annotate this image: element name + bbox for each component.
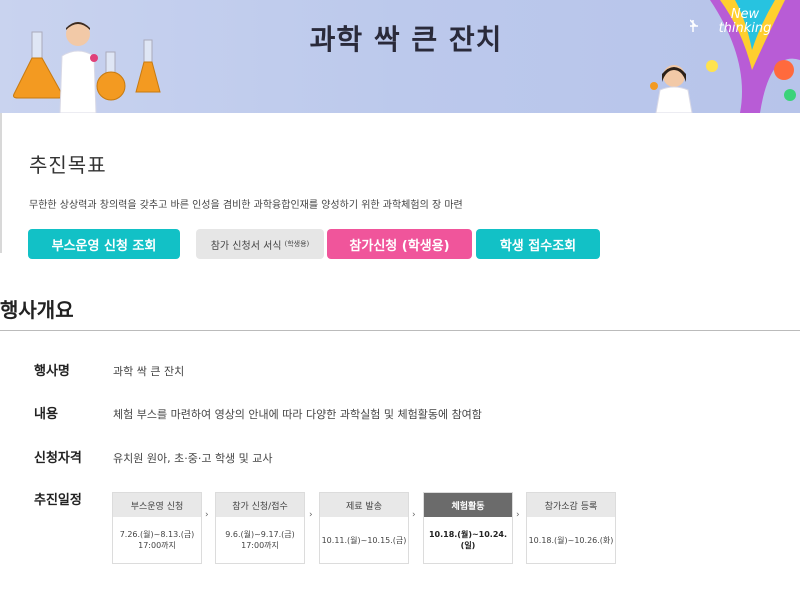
schedule-step-date: 10.11.(월)~10.15.(금) [321, 535, 407, 545]
schedule-step-title: 부스운영 신청 [113, 493, 201, 517]
schedule-step-dates: 7.26.(월)~8.13.(금) 17:00까지 [113, 517, 201, 563]
section-left-border [0, 113, 2, 253]
goal-heading: 추진목표 [29, 153, 107, 177]
schedule-step: 참가소감 등록 10.18.(월)~10.26.(화) [526, 492, 616, 564]
schedule-label: 추진일정 [34, 493, 82, 508]
banner-title: 과학 싹 큰 잔치 [309, 23, 503, 56]
chevron-right-icon: › [309, 510, 313, 520]
schedule-step-dates: 10.11.(월)~10.15.(금) [320, 517, 408, 563]
booth-application-inquiry-button[interactable]: 부스운영 신청 조회 [28, 229, 180, 259]
goal-text: 무한한 상상력과 창의력을 갖추고 바른 인성을 겸비한 과학융합인재를 양성하… [29, 200, 463, 211]
overview-divider [0, 330, 800, 331]
schedule-step-date: 7.26.(월)~8.13.(금) [119, 530, 195, 539]
schedule-step-title: 참가소감 등록 [527, 493, 615, 517]
schedule-step-time: 17:00까지 [241, 541, 279, 550]
schedule-step-title: 참가 신청/접수 [216, 493, 304, 517]
schedule-step-current: 체험활동 10.18.(월)~10.24.(일) [423, 492, 513, 564]
chevron-right-icon: › [205, 510, 209, 520]
schedule-step-date: 10.18.(월)~10.24.(일) [428, 530, 508, 550]
student-registration-check-button[interactable]: 학생 접수조회 [476, 229, 600, 259]
student-apply-button[interactable]: 참가신청 (학생용) [327, 229, 472, 259]
event-name-value: 과학 싹 큰 잔치 [113, 365, 185, 378]
form-button-label: 참가 신청서 서식 [210, 240, 282, 252]
eligibility-label: 신청자격 [34, 451, 82, 466]
scientist-child-right-illustration [650, 65, 693, 113]
content-label: 내용 [34, 407, 58, 422]
eligibility-value: 유치원 원아, 초·중·고 학생 및 교사 [113, 452, 273, 465]
schedule-step-title: 체험활동 [424, 493, 512, 517]
content-value: 체험 부스를 마련하여 영상의 안내에 따라 다양한 과학실험 및 체험활동에 … [113, 408, 482, 421]
schedule-step-dates: 9.6.(월)~9.17.(금) 17:00까지 [216, 517, 304, 563]
schedule-step-date: 9.6.(월)~9.17.(금) [225, 530, 295, 539]
badge-line-1: New [730, 7, 760, 22]
badge-line-2: thinking [718, 21, 772, 36]
schedule-step: 제료 발송 10.11.(월)~10.15.(금) [319, 492, 409, 564]
schedule-step-time: 17:00까지 [138, 541, 176, 550]
schedule-step-dates: 10.18.(월)~10.26.(화) [527, 517, 615, 563]
overview-heading: 행사개요 [0, 298, 74, 322]
schedule-step-date: 10.18.(월)~10.26.(화) [528, 535, 614, 545]
schedule-step: 부스운영 신청 7.26.(월)~8.13.(금) 17:00까지 [112, 492, 202, 564]
schedule-step-title: 제료 발송 [320, 493, 408, 517]
schedule-step-dates: 10.18.(월)~10.24.(일) [424, 517, 512, 563]
hero-banner: 과학 싹 큰 잔치 New thinking [0, 0, 800, 113]
chevron-right-icon: › [516, 510, 520, 520]
new-thinking-badge: New thinking [710, 8, 780, 36]
chevron-right-icon: › [412, 510, 416, 520]
schedule-step: 참가 신청/접수 9.6.(월)~9.17.(금) 17:00까지 [215, 492, 305, 564]
application-form-download-button[interactable]: 참가 신청서 서식 (학생용) [196, 229, 324, 259]
form-button-sublabel: (학생용) [284, 240, 310, 248]
event-name-label: 행사명 [34, 364, 70, 379]
